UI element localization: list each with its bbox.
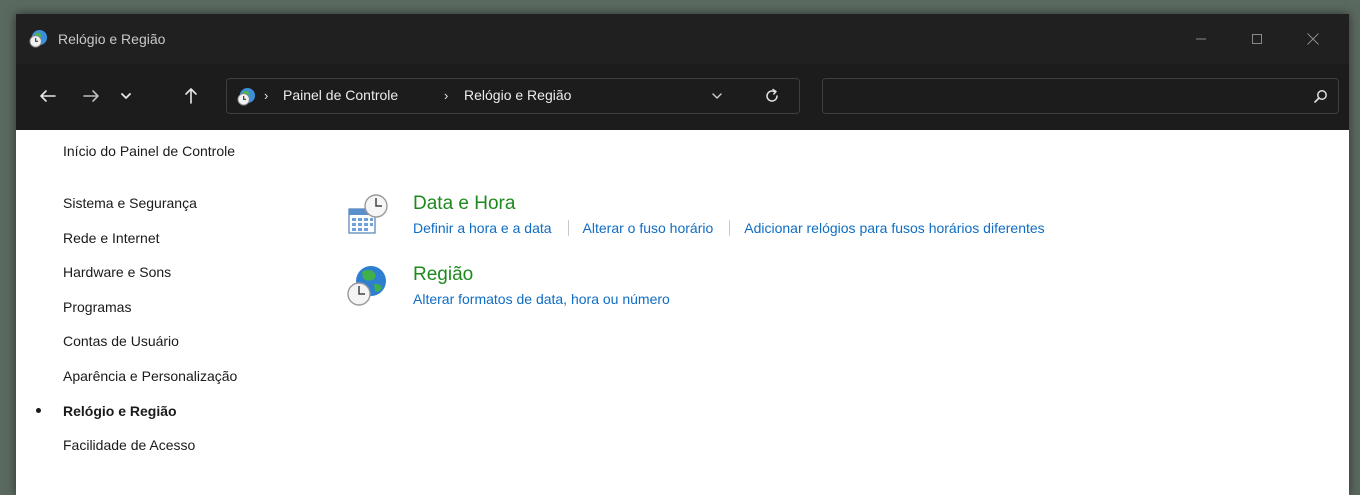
back-button[interactable] <box>34 82 62 110</box>
chevron-down-icon <box>712 93 722 99</box>
forward-button[interactable] <box>77 82 105 110</box>
minimize-icon <box>1196 38 1206 40</box>
link-divider <box>729 220 731 236</box>
window-title: Relógio e Região <box>58 31 166 47</box>
content-area: Início do Painel de Controle Sistema e S… <box>16 130 1349 495</box>
maximize-icon <box>1252 34 1262 44</box>
sidebar-item-relogio-e-regiao[interactable]: Relógio e Região <box>16 401 237 436</box>
close-icon <box>1307 33 1319 45</box>
category-title-data-e-hora[interactable]: Data e Hora <box>413 193 515 215</box>
arrow-left-icon <box>40 90 56 102</box>
minimize-button[interactable] <box>1178 14 1224 64</box>
breadcrumb-separator[interactable]: › <box>444 88 448 103</box>
breadcrumb-separator[interactable]: › <box>264 88 268 103</box>
sidebar-item-rede-e-internet[interactable]: Rede e Internet <box>16 228 237 263</box>
chevron-down-icon <box>121 93 131 99</box>
title-bar: Relógio e Região <box>16 14 1349 64</box>
breadcrumb-painel-de-controle[interactable]: Painel de Controle <box>283 87 398 103</box>
link-divider <box>567 220 569 236</box>
link-alterar-formatos[interactable]: Alterar formatos de data, hora ou número <box>413 291 670 307</box>
sidebar-home-link[interactable]: Início do Painel de Controle <box>63 143 235 159</box>
navigation-bar: › Painel de Controle › Relógio e Região <box>16 64 1349 130</box>
sidebar-item-sistema-e-seguranca[interactable]: Sistema e Segurança <box>16 193 237 228</box>
globe-clock-icon[interactable] <box>346 264 390 308</box>
category-title-regiao[interactable]: Região <box>413 264 473 286</box>
sidebar-item-hardware-e-sons[interactable]: Hardware e Sons <box>16 262 237 297</box>
arrow-right-icon <box>83 90 99 102</box>
sidebar-item-contas-de-usuario[interactable]: Contas de Usuário <box>16 331 237 366</box>
address-history-button[interactable] <box>710 89 724 103</box>
refresh-icon <box>766 88 778 102</box>
maximize-button[interactable] <box>1234 14 1280 64</box>
calendar-clock-icon[interactable] <box>346 193 390 237</box>
address-bar[interactable]: › Painel de Controle › Relógio e Região <box>226 78 800 114</box>
link-definir-hora-data[interactable]: Definir a hora e a data <box>413 220 552 236</box>
search-box[interactable] <box>822 78 1339 114</box>
up-button[interactable] <box>177 82 205 110</box>
close-button[interactable] <box>1290 14 1336 64</box>
link-adicionar-relogios[interactable]: Adicionar relógios para fusos horários d… <box>744 220 1044 236</box>
arrow-up-icon <box>185 88 197 104</box>
search-input[interactable] <box>833 85 1297 109</box>
category-links-regiao: Alterar formatos de data, hora ou número <box>413 291 670 307</box>
sidebar-item-facilidade-de-acesso[interactable]: Facilidade de Acesso <box>16 435 237 470</box>
link-alterar-fuso-horario[interactable]: Alterar o fuso horário <box>583 220 714 236</box>
search-icon[interactable] <box>1313 89 1328 104</box>
breadcrumb-relogio-e-regiao[interactable]: Relógio e Região <box>464 87 571 103</box>
sidebar-nav: Sistema e Segurança Rede e Internet Hard… <box>16 193 237 470</box>
refresh-button[interactable] <box>764 88 780 104</box>
recent-locations-button[interactable] <box>112 82 140 110</box>
sidebar-item-programas[interactable]: Programas <box>16 297 237 332</box>
control-panel-icon <box>29 29 48 48</box>
control-panel-icon <box>237 87 256 106</box>
control-panel-window: Relógio e Região › Painel de Controle › … <box>16 14 1349 495</box>
sidebar-item-label: Relógio e Região <box>63 402 177 419</box>
active-bullet-icon <box>36 407 41 413</box>
sidebar-item-aparencia-e-personalizacao[interactable]: Aparência e Personalização <box>16 366 237 401</box>
category-links-data-e-hora: Definir a hora e a data Alterar o fuso ho… <box>413 220 1045 236</box>
